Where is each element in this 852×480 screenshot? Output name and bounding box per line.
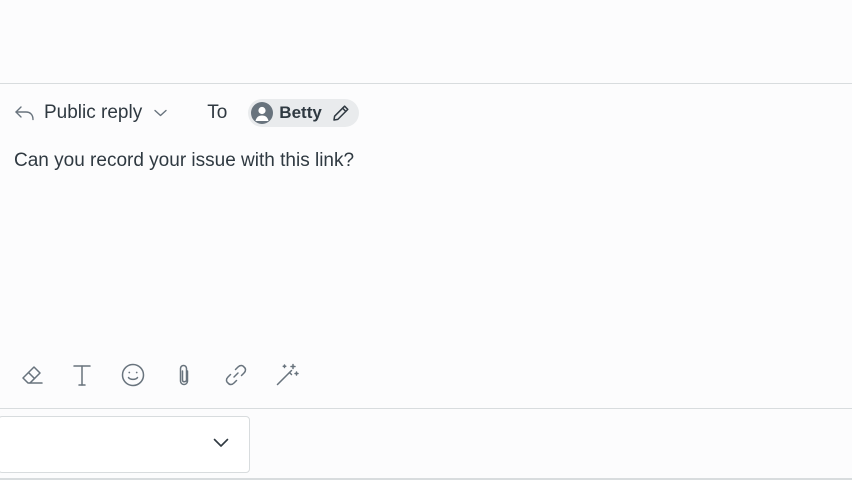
conversation-area [0, 0, 852, 83]
reply-arrow-icon [15, 106, 34, 121]
recipient-name: Betty [279, 103, 322, 122]
magic-wand-icon [276, 363, 299, 386]
avatar [251, 102, 274, 124]
user-icon [255, 106, 269, 121]
message-body[interactable]: Can you record your issue with this link… [14, 150, 354, 172]
eraser-icon [22, 366, 43, 384]
emoji-button[interactable] [118, 360, 148, 390]
composer-header: Public reply To Betty [14, 98, 359, 128]
composer-footer [0, 409, 852, 480]
reply-type-dropdown[interactable]: Public reply [14, 102, 167, 124]
emoji-icon [121, 363, 145, 387]
magic-wand-button[interactable] [272, 360, 302, 390]
reply-composer: Public reply To Betty Can you record you… [0, 84, 852, 408]
chevron-down-icon [213, 438, 229, 447]
chevron-down-icon [154, 109, 167, 117]
reply-type-label: Public reply [44, 102, 143, 123]
attachment-button[interactable] [169, 360, 199, 390]
eraser-button[interactable] [17, 360, 47, 390]
status-select[interactable] [0, 416, 250, 473]
link-button[interactable] [221, 360, 251, 390]
text-format-button[interactable] [67, 360, 97, 390]
to-label: To [207, 102, 228, 123]
link-icon [225, 364, 247, 386]
text-format-icon [73, 365, 91, 386]
pencil-icon[interactable] [331, 103, 351, 123]
recipient-pill[interactable]: Betty [248, 99, 359, 127]
attachment-icon [179, 364, 189, 386]
